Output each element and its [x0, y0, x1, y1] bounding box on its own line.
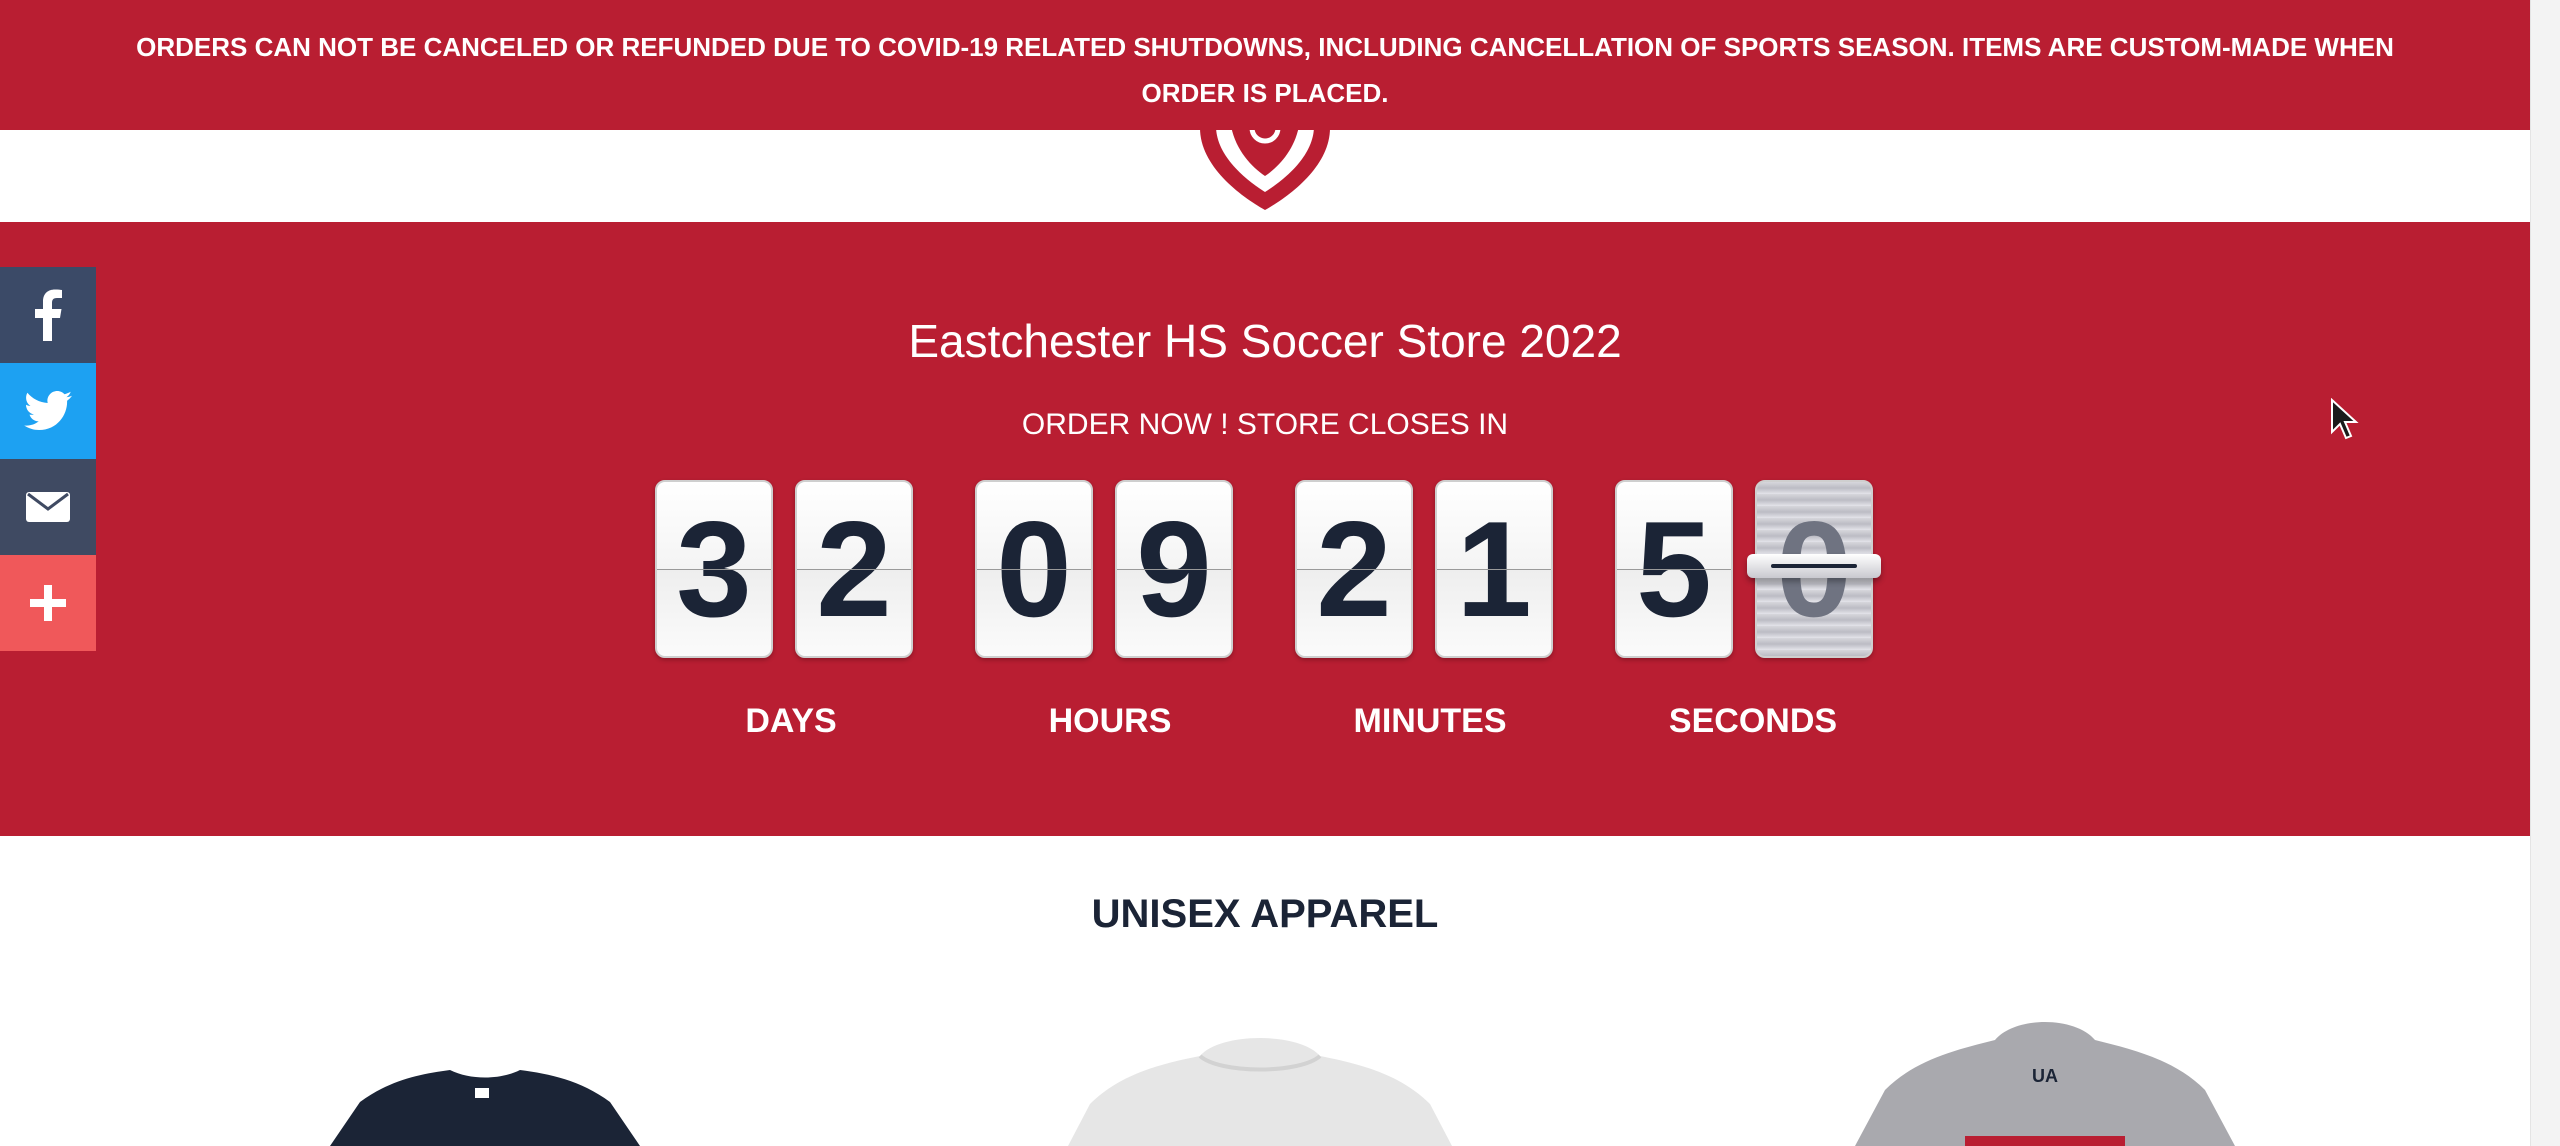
gray-tshirt-image[interactable]: UA	[1845, 1010, 2245, 1146]
email-icon	[26, 492, 70, 522]
days-digit-2: 2	[795, 480, 913, 658]
more-share-button[interactable]	[0, 555, 96, 651]
hours-digit-2: 9	[1115, 480, 1233, 658]
flip-animation-bar	[1747, 554, 1881, 578]
white-tshirt-image[interactable]	[1060, 1024, 1460, 1146]
notice-banner: ORDERS CAN NOT BE CANCELED OR REFUNDED D…	[0, 0, 2530, 130]
seconds-label: SECONDS	[1668, 702, 1838, 740]
countdown-hero: Eastchester HS Soccer Store 2022 ORDER N…	[0, 222, 2530, 836]
facebook-share-button[interactable]	[0, 267, 96, 363]
minutes-digit-1: 2	[1295, 480, 1413, 658]
email-share-button[interactable]	[0, 459, 96, 555]
svg-text:UA: UA	[2032, 1066, 2058, 1086]
mouse-cursor-icon	[2331, 398, 2359, 440]
facebook-icon	[35, 289, 62, 341]
hours-label: HOURS	[1048, 702, 1172, 740]
twitter-icon	[24, 391, 72, 430]
days-label: DAYS	[745, 702, 837, 740]
vertical-scrollbar[interactable]	[2530, 0, 2560, 1146]
twitter-share-button[interactable]	[0, 363, 96, 459]
store-page: ORDERS CAN NOT BE CANCELED OR REFUNDED D…	[0, 0, 2530, 1146]
minutes-label: MINUTES	[1353, 702, 1507, 740]
plus-icon	[30, 585, 66, 621]
navy-tshirt-image[interactable]	[320, 1062, 650, 1146]
social-share-bar	[0, 267, 96, 651]
section-title: UNISEX APPAREL	[1091, 892, 1439, 936]
minutes-digit-2: 1	[1435, 480, 1553, 658]
days-digit-1: 3	[655, 480, 773, 658]
seconds-digit-2: 0	[1747, 480, 1881, 658]
store-title: Eastchester HS Soccer Store 2022	[908, 315, 1622, 367]
seconds-digit-1: 5	[1615, 480, 1733, 658]
hours-digit-1: 0	[975, 480, 1093, 658]
logo-crest[interactable]	[1180, 118, 1350, 214]
site-header	[0, 118, 2530, 222]
store-closes-label: ORDER NOW ! STORE CLOSES IN	[1021, 408, 1509, 441]
